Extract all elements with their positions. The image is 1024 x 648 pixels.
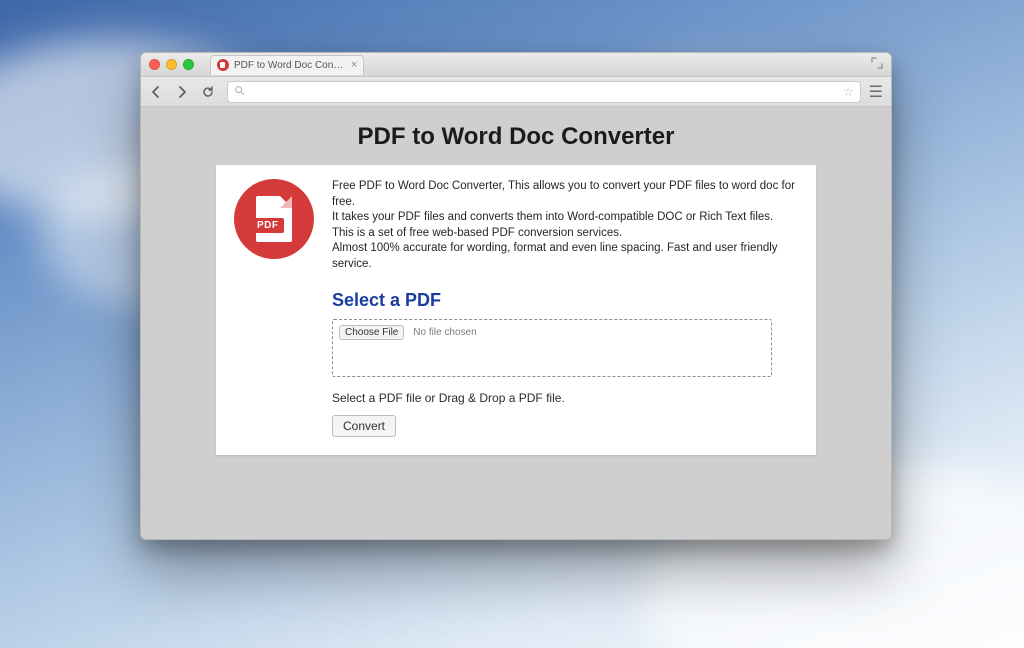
- forward-button[interactable]: [175, 85, 193, 99]
- description-line: It takes your PDF files and converts the…: [332, 210, 798, 226]
- description-line: Almost 100% accurate for wording, format…: [332, 241, 798, 272]
- file-chosen-text: No file chosen: [413, 327, 476, 338]
- window-titlebar: PDF to Word Doc Converte… ×: [141, 53, 891, 77]
- search-icon: [234, 85, 245, 99]
- window-expand-icon[interactable]: [871, 57, 883, 72]
- reload-button[interactable]: [201, 85, 219, 99]
- window-zoom-button[interactable]: [183, 59, 194, 70]
- convert-button[interactable]: Convert: [332, 415, 396, 437]
- page-title: PDF to Word Doc Converter: [358, 123, 675, 151]
- main-panel: PDF Free PDF to Word Doc Converter, This…: [216, 165, 816, 455]
- window-close-button[interactable]: [149, 59, 160, 70]
- file-drop-zone[interactable]: Choose File No file chosen: [332, 319, 772, 377]
- choose-file-button[interactable]: Choose File: [339, 325, 404, 340]
- page-content: PDF to Word Doc Converter PDF Free PDF t…: [141, 107, 891, 539]
- browser-toolbar: ☆ ☰: [141, 77, 891, 107]
- tab-title: PDF to Word Doc Converte…: [234, 60, 344, 71]
- window-minimize-button[interactable]: [166, 59, 177, 70]
- tab-close-icon[interactable]: ×: [351, 59, 357, 71]
- back-button[interactable]: [149, 85, 167, 99]
- browser-window: PDF to Word Doc Converte… × ☆ ☰ PDF to W…: [140, 52, 892, 540]
- description-text: Free PDF to Word Doc Converter, This all…: [332, 179, 798, 272]
- pdf-badge-icon: PDF: [234, 179, 314, 259]
- menu-button[interactable]: ☰: [869, 82, 883, 102]
- bookmark-star-icon[interactable]: ☆: [843, 85, 854, 99]
- description-line: This is a set of free web-based PDF conv…: [332, 226, 798, 242]
- tab-favicon-icon: [217, 59, 229, 71]
- address-bar[interactable]: ☆: [227, 81, 861, 103]
- browser-tab[interactable]: PDF to Word Doc Converte… ×: [210, 55, 364, 75]
- pdf-badge-label: PDF: [252, 218, 284, 233]
- select-pdf-heading: Select a PDF: [332, 290, 798, 311]
- description-line: Free PDF to Word Doc Converter, This all…: [332, 179, 798, 210]
- pdf-document-icon: PDF: [256, 196, 292, 242]
- drop-hint-text: Select a PDF file or Drag & Drop a PDF f…: [332, 391, 798, 405]
